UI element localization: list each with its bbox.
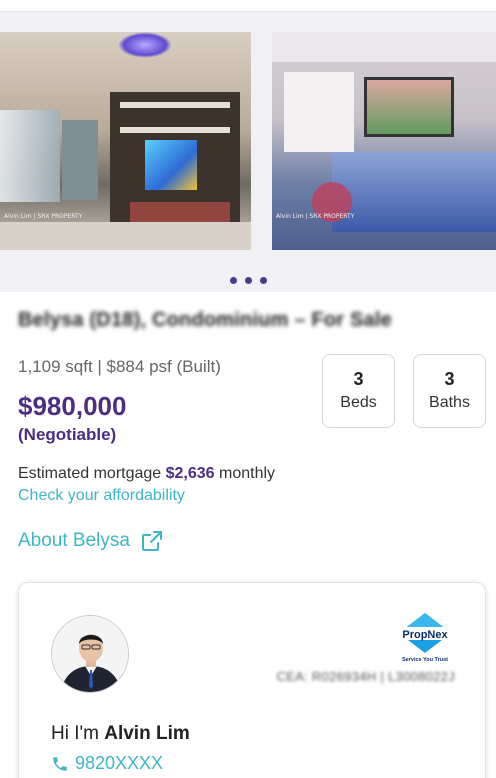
mortgage-estimate: Estimated mortgage $2,636 monthly: [18, 465, 275, 483]
agent-greeting: Hi I'm Alvin Lim: [51, 723, 190, 745]
negotiable-label: (Negotiable): [18, 425, 117, 444]
cea-registration: CEA: R026934H | L3008022J: [276, 669, 455, 684]
photo-watermark: Alvin Lim | SRX PROPERTY: [4, 213, 83, 220]
about-project-link[interactable]: About Belysa: [18, 529, 164, 553]
agent-name: Alvin Lim: [104, 723, 190, 744]
mortgage-amount: $2,636: [165, 465, 215, 482]
agent-phone-number[interactable]: 9820XXXX: [75, 753, 163, 774]
logo-wordmark: PropNex: [402, 629, 448, 641]
size-info: 1,109 sqft | $884 psf (Built): [18, 357, 221, 376]
top-bar: [0, 0, 496, 12]
external-link-icon: [141, 531, 162, 551]
baths-box: 3 Baths: [413, 354, 486, 428]
gallery-photo-bedroom[interactable]: Alvin Lim | SRX PROPERTY: [272, 32, 496, 250]
listing-title: Belysa (D18), Condominium – For Sale: [18, 309, 392, 331]
greeting-prefix: Hi I'm: [51, 723, 105, 744]
gallery-photo-living-room[interactable]: Alvin Lim | SRX PROPERTY: [0, 32, 251, 250]
listing-price: $980,000: [18, 391, 127, 421]
mortgage-prefix: Estimated mortgage: [18, 465, 166, 482]
agent-card: PropNex Service You Trust CEA: R026934H …: [18, 582, 486, 778]
carousel-dots[interactable]: [0, 277, 496, 284]
about-project-label[interactable]: About Belysa: [18, 530, 130, 552]
agent-avatar: [51, 615, 129, 693]
logo-tagline: Service You Trust: [402, 657, 448, 663]
phone-icon: [53, 756, 67, 771]
carousel-dot[interactable]: [229, 277, 237, 284]
baths-label: Baths: [429, 394, 470, 411]
carousel-dot[interactable]: [244, 277, 252, 284]
agent-phone-link[interactable]: 9820XXXX: [51, 753, 163, 774]
affordability-link[interactable]: Check your affordability: [18, 487, 185, 505]
photo-watermark: Alvin Lim | SRX PROPERTY: [276, 213, 355, 220]
beds-label: Beds: [340, 394, 377, 411]
photo-gallery[interactable]: Alvin Lim | SRX PROPERTY Alvin Lim | SRX…: [0, 12, 496, 292]
propnex-logo: PropNex Service You Trust: [395, 611, 455, 663]
beds-count: 3: [353, 369, 364, 389]
baths-count: 3: [444, 369, 455, 389]
beds-box: 3 Beds: [322, 354, 395, 428]
mortgage-suffix: monthly: [214, 465, 276, 482]
carousel-dot[interactable]: [259, 277, 267, 284]
